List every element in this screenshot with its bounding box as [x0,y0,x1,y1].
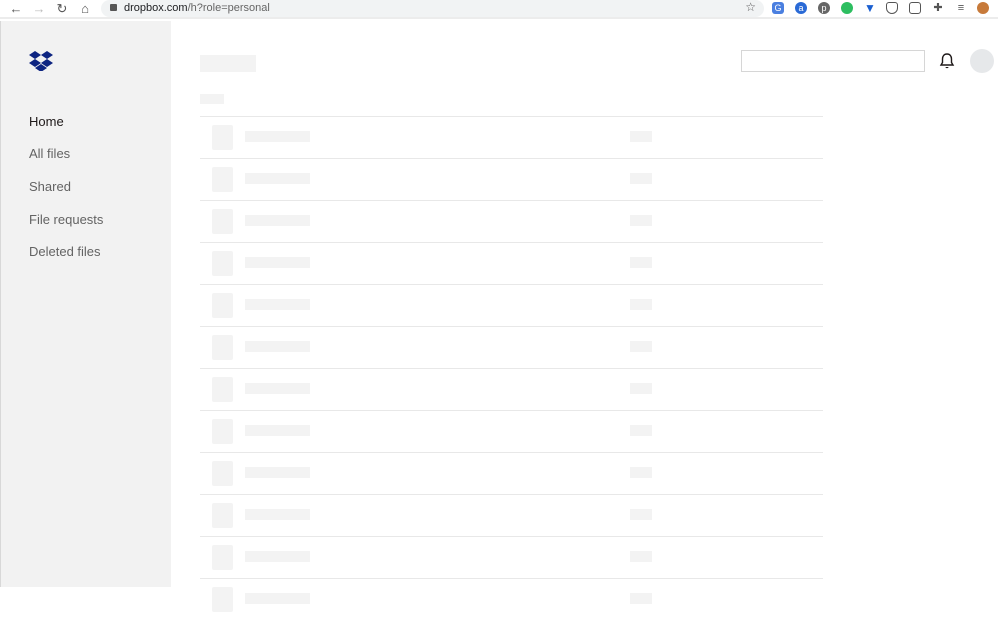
home-icon[interactable]: ⌂ [78,1,92,17]
file-icon-skeleton [212,461,233,486]
file-row-skeleton [200,368,823,410]
sidebar: Home All files Shared File requests Dele… [0,21,171,587]
file-meta-skeleton [630,341,652,352]
file-meta-skeleton [630,131,652,142]
file-icon-skeleton [212,419,233,444]
pocket-icon[interactable] [886,2,898,14]
file-name-skeleton [245,383,310,394]
file-name-skeleton [245,257,310,268]
file-icon-skeleton [212,209,233,234]
file-meta-skeleton [630,593,652,604]
file-row-skeleton [200,284,823,326]
pinterest-icon[interactable]: p [818,2,830,14]
lock-icon [110,4,117,11]
extension-a-icon[interactable]: a [795,2,807,14]
extensions-puzzle-icon[interactable]: ✚ [932,2,944,14]
file-meta-skeleton [630,425,652,436]
file-icon-skeleton [212,251,233,276]
file-meta-skeleton [630,299,652,310]
file-meta-skeleton [630,173,652,184]
file-row-skeleton [200,116,823,158]
file-row-skeleton [200,242,823,284]
section-label-skeleton [200,94,224,104]
file-icon-skeleton [212,587,233,612]
file-icon-skeleton [212,167,233,192]
file-row-skeleton [200,158,823,200]
file-name-skeleton [245,551,310,562]
file-name-skeleton [245,131,310,142]
sidebar-item-home[interactable]: Home [29,114,64,129]
file-icon-skeleton [212,545,233,570]
file-name-skeleton [245,425,310,436]
file-name-skeleton [245,215,310,226]
file-row-skeleton [200,536,823,578]
url-text: dropbox.com/h?role=personal [124,2,270,14]
file-row-skeleton [200,578,823,620]
reload-icon[interactable]: ↻ [55,1,69,17]
notifications-bell-icon[interactable] [938,52,956,70]
file-meta-skeleton [630,551,652,562]
file-name-skeleton [245,509,310,520]
file-icon-skeleton [212,335,233,360]
file-name-skeleton [245,467,310,478]
evernote-icon[interactable] [841,2,853,14]
file-row-skeleton [200,200,823,242]
file-icon-skeleton [212,503,233,528]
back-icon[interactable]: ← [9,1,23,17]
page-title-skeleton [200,55,256,72]
browser-toolbar: ← → ↻ ⌂ dropbox.com/h?role=personal ☆ G … [0,0,998,19]
search-input[interactable] [741,50,925,72]
account-avatar[interactable] [970,49,994,73]
file-icon-skeleton [212,293,233,318]
file-row-skeleton [200,494,823,536]
address-bar[interactable]: dropbox.com/h?role=personal ☆ [101,0,764,17]
file-icon-skeleton [212,125,233,150]
file-meta-skeleton [630,383,652,394]
file-name-skeleton [245,341,310,352]
file-icon-skeleton [212,377,233,402]
forward-icon[interactable]: → [32,1,46,17]
sidebar-item-deleted-files[interactable]: Deleted files [29,244,101,259]
file-meta-skeleton [630,257,652,268]
file-row-skeleton [200,326,823,368]
dropbox-logo-icon[interactable] [29,51,53,71]
bookmark-star-icon[interactable]: ☆ [745,0,756,14]
file-row-skeleton [200,452,823,494]
translate-extension-icon[interactable]: G [772,2,784,14]
sidebar-item-shared[interactable]: Shared [29,179,71,194]
file-name-skeleton [245,593,310,604]
file-name-skeleton [245,299,310,310]
profile-extension-icon[interactable] [977,2,989,14]
sidebar-item-file-requests[interactable]: File requests [29,212,103,227]
vimeo-extension-icon[interactable]: ▼ [864,2,876,14]
media-control-icon[interactable]: ≡ [955,2,967,14]
save-extension-icon[interactable] [909,2,921,14]
sidebar-item-all-files[interactable]: All files [29,146,70,161]
file-meta-skeleton [630,509,652,520]
file-meta-skeleton [630,215,652,226]
file-name-skeleton [245,173,310,184]
file-meta-skeleton [630,467,652,478]
file-row-skeleton [200,410,823,452]
